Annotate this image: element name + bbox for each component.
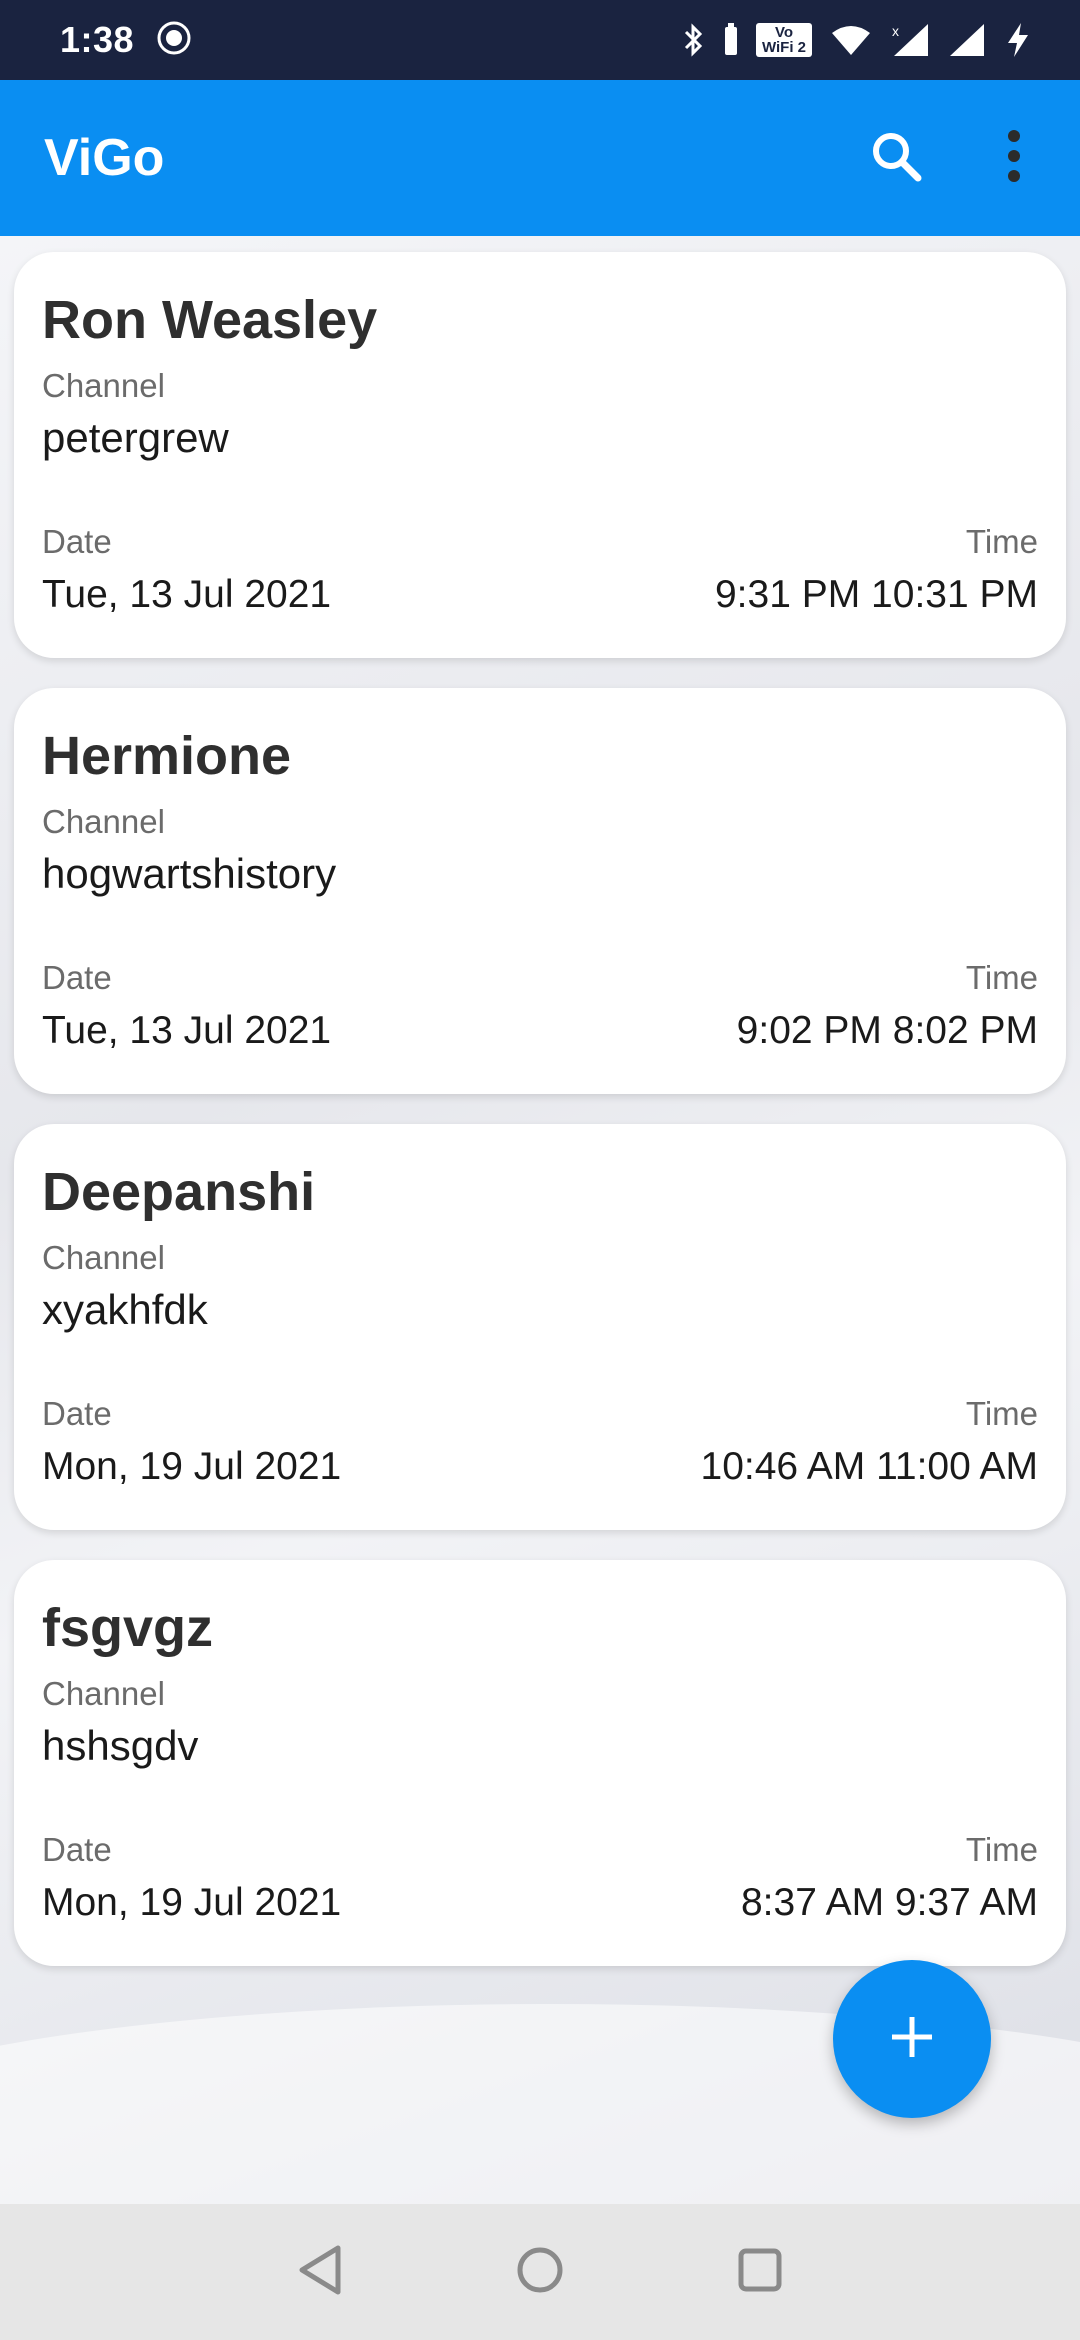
bluetooth-icon [682, 22, 706, 58]
meeting-card[interactable]: Deepanshi Channel xyakhfdk Date Mon, 19 … [14, 1124, 1066, 1530]
vowifi-line1: Vo [774, 24, 794, 41]
meeting-card[interactable]: fsgvgz Channel hshsgdv Date Mon, 19 Jul … [14, 1560, 1066, 1966]
search-icon [869, 129, 923, 188]
meeting-card[interactable]: Hermione Channel hogwartshistory Date Tu… [14, 688, 1066, 1094]
svg-text:x: x [892, 23, 899, 39]
battery-small-icon [724, 23, 738, 57]
date-label: Date [42, 1395, 112, 1432]
charging-icon [1004, 21, 1032, 59]
back-icon [296, 2244, 344, 2301]
channel-value: xyakhfdk [42, 1286, 208, 1333]
home-button[interactable] [500, 2232, 580, 2312]
channel-value: hshsgdv [42, 1722, 199, 1769]
meeting-name: Hermione [42, 726, 292, 786]
home-icon [515, 2245, 565, 2300]
vowifi-line2: WiFi 2 [761, 39, 807, 56]
date-label: Date [42, 959, 112, 996]
channel-label: Channel [42, 367, 165, 404]
date-value: Tue, 13 Jul 2021 [42, 1009, 332, 1052]
status-bar: 1:38 Vo WiFi 2 x [0, 0, 1080, 80]
channel-label: Channel [42, 1239, 165, 1276]
meeting-card[interactable]: Ron Weasley Channel petergrew Date Tue, … [14, 252, 1066, 658]
date-value: Tue, 13 Jul 2021 [42, 573, 332, 616]
time-value: 8:37 AM 9:37 AM [740, 1881, 1038, 1924]
more-options-button[interactable] [978, 122, 1050, 194]
back-button[interactable] [280, 2232, 360, 2312]
time-value: 9:02 PM 8:02 PM [736, 1009, 1038, 1052]
date-value: Mon, 19 Jul 2021 [42, 1881, 342, 1924]
recents-button[interactable] [720, 2232, 800, 2312]
recents-icon [736, 2246, 784, 2299]
meeting-name: fsgvgz [42, 1598, 214, 1658]
wifi-icon [830, 23, 872, 57]
time-label: Time [965, 959, 1038, 996]
more-vert-icon [1006, 129, 1022, 187]
channel-label: Channel [42, 1675, 165, 1712]
channel-value: petergrew [42, 414, 229, 461]
app-bar: ViGo [0, 80, 1080, 236]
cell-signal-icon: x [890, 22, 930, 58]
meeting-name: Deepanshi [42, 1162, 316, 1222]
search-button[interactable] [860, 122, 932, 194]
time-value: 9:31 PM 10:31 PM [714, 573, 1038, 616]
status-time: 1:38 [60, 19, 135, 60]
date-label: Date [42, 523, 112, 560]
time-value: 10:46 AM 11:00 AM [700, 1445, 1039, 1488]
date-label: Date [42, 1831, 112, 1868]
time-label: Time [965, 1831, 1038, 1868]
meeting-name: Ron Weasley [42, 290, 378, 350]
app-title: ViGo [44, 129, 165, 187]
system-nav-bar [0, 2204, 1080, 2340]
cell-signal-2-icon [948, 22, 986, 58]
vowifi-badge: Vo WiFi 2 [756, 23, 812, 57]
record-icon [156, 20, 192, 61]
meeting-list: Ron Weasley Channel petergrew Date Tue, … [0, 236, 1080, 2204]
channel-label: Channel [42, 803, 165, 840]
add-meeting-button[interactable] [833, 1960, 991, 2118]
time-label: Time [965, 523, 1038, 560]
plus-icon [888, 2013, 936, 2066]
date-value: Mon, 19 Jul 2021 [42, 1445, 342, 1488]
channel-value: hogwartshistory [42, 850, 337, 897]
time-label: Time [965, 1395, 1038, 1432]
